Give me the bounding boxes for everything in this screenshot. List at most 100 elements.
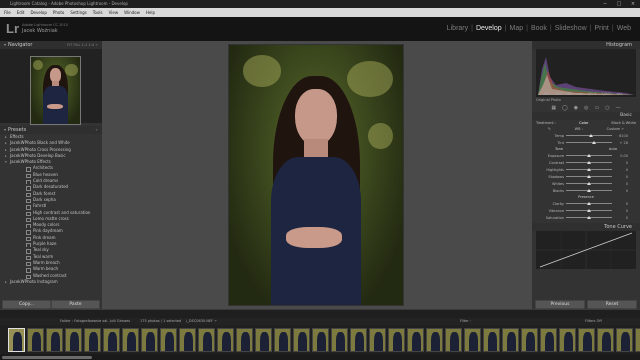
filmstrip-thumbnail[interactable] [46, 327, 63, 352]
slider-handle[interactable] [587, 174, 591, 178]
menu-develop[interactable]: Develop [30, 10, 46, 15]
slider-track[interactable] [566, 153, 612, 157]
filmstrip-thumbnail[interactable] [84, 327, 101, 352]
scrollbar-thumb[interactable] [2, 355, 92, 359]
slider-whites[interactable]: Whites 0 [532, 180, 640, 187]
filmstrip-thumbnail[interactable] [407, 327, 424, 352]
slider-handle[interactable] [587, 201, 591, 205]
module-library[interactable]: Library [444, 25, 471, 32]
filmstrip-thumbnail[interactable] [274, 327, 291, 352]
menu-tools[interactable]: Tools [93, 10, 103, 15]
menu-help[interactable]: Help [146, 10, 155, 15]
treatment-color[interactable]: Color [579, 121, 588, 125]
folder-path[interactable]: Folder : Fotografowanie sal. Julii Gimae… [60, 318, 130, 325]
slider-highlights[interactable]: Highlights 0 [532, 166, 640, 173]
slider-exposure[interactable]: Exposure 0.00 [532, 152, 640, 159]
graduated-filter-icon[interactable]: ▭ [594, 105, 599, 111]
filmstrip-thumbnail[interactable] [8, 327, 25, 352]
slider-clarity[interactable]: Clarity 0 [532, 200, 640, 207]
wb-select[interactable]: Custom ÷ [607, 127, 624, 131]
slider-shadows[interactable]: Shadows 0 [532, 173, 640, 180]
filmstrip-thumbnail[interactable] [312, 327, 329, 352]
slider-blacks[interactable]: Blacks 0 [532, 187, 640, 194]
filmstrip-thumbnail[interactable] [521, 327, 538, 352]
slider-track[interactable] [566, 174, 612, 178]
slider-track[interactable] [566, 133, 612, 137]
menu-settings[interactable]: Settings [70, 10, 86, 15]
filmstrip-thumbnail[interactable] [122, 327, 139, 352]
filmstrip-thumbnail[interactable] [445, 327, 462, 352]
module-develop[interactable]: Develop [473, 25, 505, 32]
filmstrip-thumbnail[interactable] [369, 327, 386, 352]
paste-button[interactable]: Paste [51, 300, 100, 309]
main-photo[interactable] [228, 44, 404, 306]
filmstrip-thumbnail[interactable] [350, 327, 367, 352]
filmstrip-thumbnail[interactable] [65, 327, 82, 352]
slider-track[interactable] [566, 201, 612, 205]
slider-saturation[interactable]: Saturation 0 [532, 214, 640, 221]
slider-value[interactable]: 0 [612, 216, 628, 220]
filmstrip-thumbnail[interactable] [198, 327, 215, 352]
grid-icon[interactable]: ▦ [551, 105, 556, 111]
file-name[interactable]: /_DSC0630.NEF ÷ [186, 318, 217, 325]
module-print[interactable]: Print [591, 25, 611, 32]
auto-tone-button[interactable]: Auto [609, 146, 617, 152]
navigator-header[interactable]: ▾ Navigator FIT FILL 1:1 1:4 ÷ [0, 41, 102, 49]
filmstrip-thumbnail[interactable] [559, 327, 576, 352]
slider-handle[interactable] [591, 140, 596, 144]
menu-photo[interactable]: Photo [53, 10, 64, 15]
menu-window[interactable]: Window [124, 10, 140, 15]
slider-value[interactable]: 0 [612, 182, 628, 186]
slider-track[interactable] [566, 215, 612, 219]
filmstrip-thumbnail[interactable] [540, 327, 557, 352]
histogram-header[interactable]: Histogram [532, 41, 640, 49]
slider-track[interactable] [566, 167, 612, 171]
slider-value[interactable]: 0 [612, 202, 628, 206]
module-web[interactable]: Web [614, 25, 634, 32]
filters-off-select[interactable]: Filters Off [585, 318, 602, 325]
add-preset-icon[interactable]: + [95, 126, 98, 134]
module-map[interactable]: Map [506, 25, 526, 32]
tone-curve-header[interactable]: Tone Curve [532, 223, 640, 231]
reset-button[interactable]: Reset [587, 300, 637, 309]
menu-edit[interactable]: Edit [17, 10, 25, 15]
slider-handle[interactable] [589, 133, 594, 137]
slider-value[interactable]: 0.00 [612, 154, 628, 158]
filmstrip-thumbnail[interactable] [388, 327, 405, 352]
navigator-thumbnail[interactable] [30, 56, 81, 125]
slider-value[interactable]: 0 [612, 168, 628, 172]
slider-track[interactable] [566, 140, 612, 144]
image-canvas[interactable] [102, 41, 532, 309]
filmstrip-thumbnail[interactable] [616, 327, 633, 352]
filmstrip-thumbnail[interactable] [217, 327, 234, 352]
slider-value[interactable]: 0 [612, 209, 628, 213]
slider-track[interactable] [566, 181, 612, 185]
slider-value[interactable]: 0 [612, 175, 628, 179]
previous-button[interactable]: Previous [535, 300, 585, 309]
filmstrip-thumbnail[interactable] [236, 327, 253, 352]
slider-value[interactable]: + 26 [612, 141, 629, 145]
filmstrip-thumbnail[interactable] [597, 327, 614, 352]
slider-tint[interactable]: Tint + 26 [532, 139, 640, 146]
treatment-bw[interactable]: Black & White [611, 121, 636, 125]
filmstrip-thumbnail[interactable] [160, 327, 177, 352]
slider-handle[interactable] [587, 167, 591, 171]
navigator-preview[interactable] [0, 49, 102, 125]
spot-removal-icon[interactable]: ◉ [574, 105, 578, 111]
slider-handle[interactable] [587, 215, 591, 219]
presets-header[interactable]: ▾ Presets + [0, 126, 102, 134]
filmstrip-thumbnail[interactable] [293, 327, 310, 352]
slider-handle[interactable] [587, 208, 591, 212]
filmstrip-thumbnail[interactable] [483, 327, 500, 352]
redeye-icon[interactable]: ◎ [584, 105, 588, 111]
menu-view[interactable]: View [109, 10, 119, 15]
slider-track[interactable] [566, 160, 612, 164]
copy-button[interactable]: Copy... [2, 300, 51, 309]
filmstrip-thumbnail[interactable] [502, 327, 519, 352]
close-button[interactable]: × [626, 0, 640, 8]
filmstrip-scrollbar[interactable] [0, 354, 640, 360]
filmstrip-thumbnail[interactable] [331, 327, 348, 352]
crop-icon[interactable]: ◯ [562, 105, 568, 111]
slider-value[interactable]: 0 [612, 161, 628, 165]
module-book[interactable]: Book [528, 25, 550, 32]
